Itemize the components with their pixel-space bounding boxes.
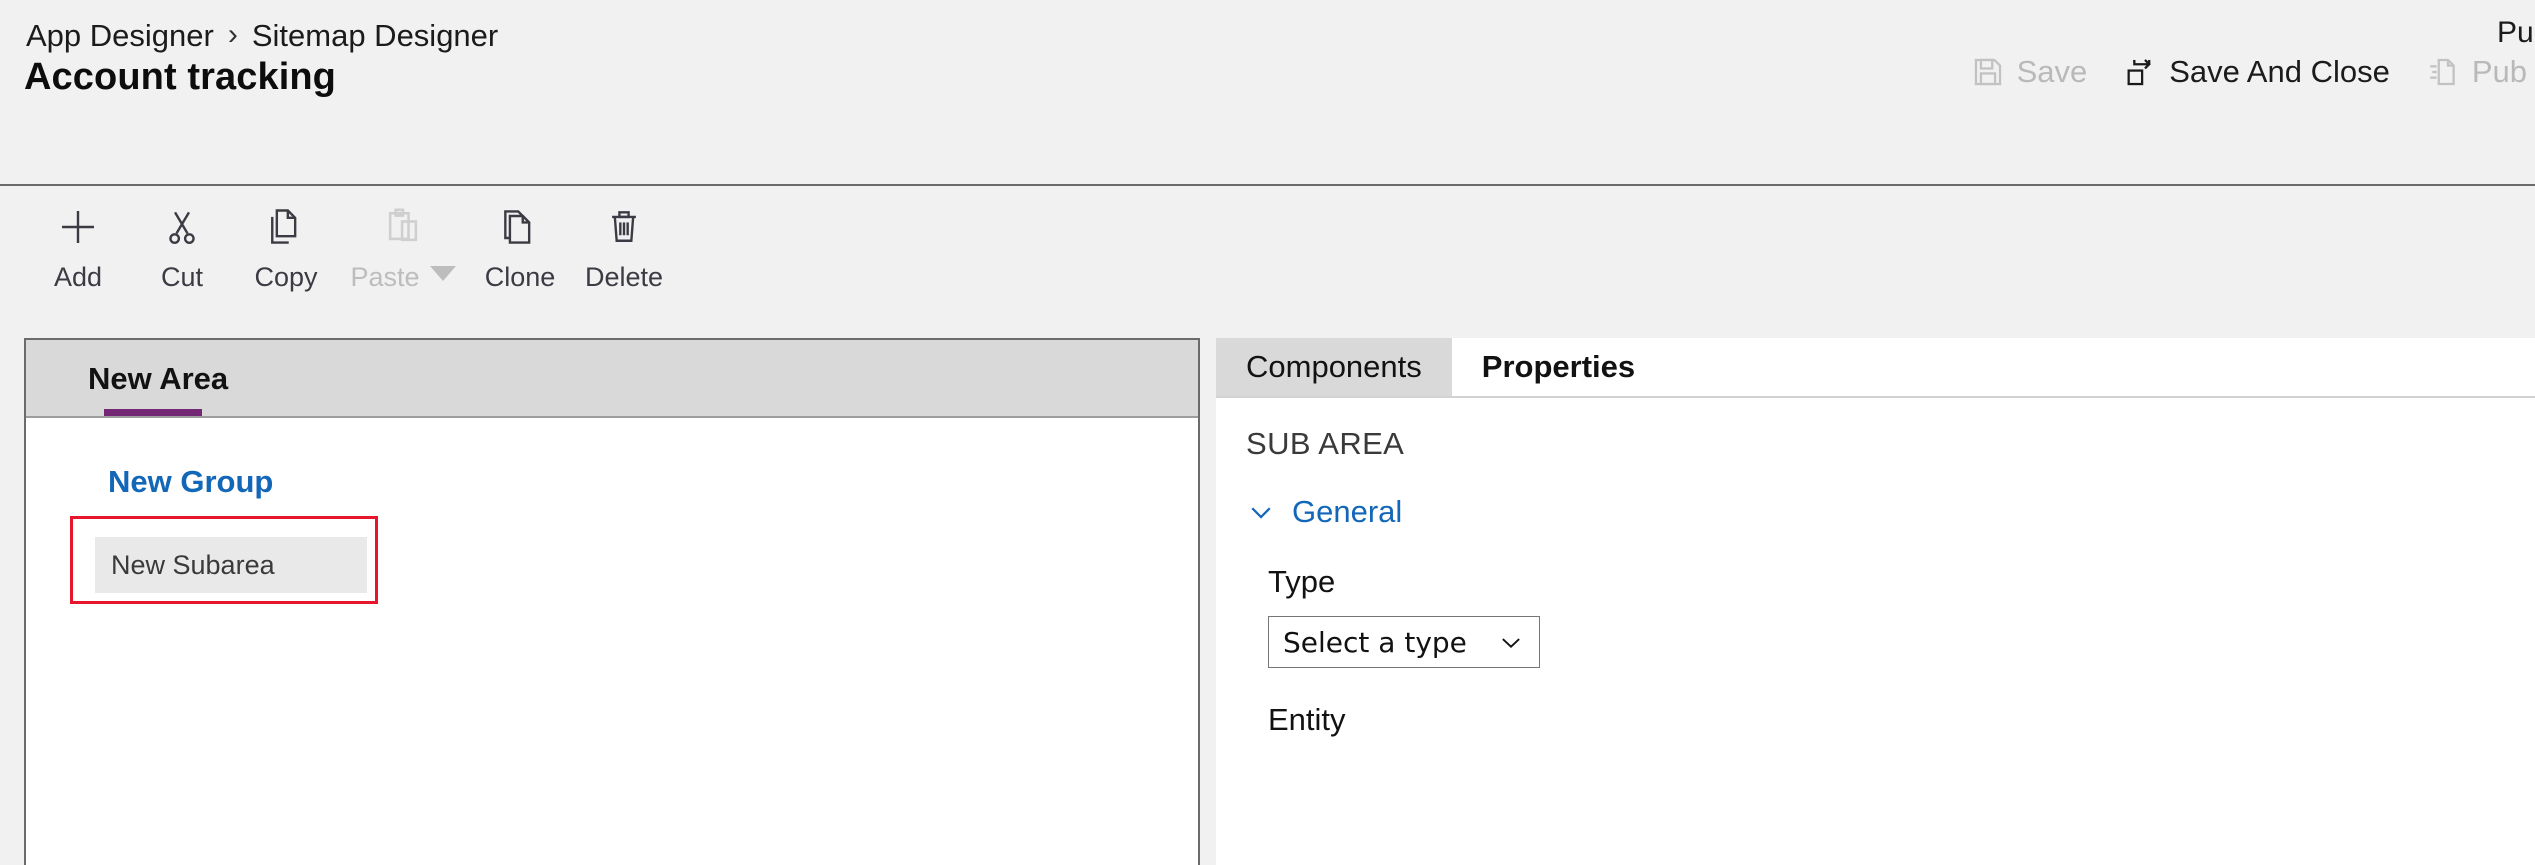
canvas-body: New Group New Subarea	[26, 418, 1198, 865]
subarea-tile-label: New Subarea	[111, 549, 275, 580]
chevron-down-icon[interactable]	[429, 266, 456, 281]
section-general-label: General	[1292, 494, 1403, 529]
save-icon	[1971, 55, 2005, 89]
tab-components[interactable]: Components	[1216, 338, 1452, 396]
command-bar: Save Save And Close Pub	[1953, 48, 2535, 96]
sitemap-designer-window: App Designer › Sitemap Designer Account …	[0, 0, 2535, 865]
clone-button-label: Clone	[484, 262, 556, 292]
copy-button-label: Copy	[254, 262, 318, 292]
save-and-close-button-label: Save And Close	[2169, 54, 2390, 89]
delete-button[interactable]: Delete	[572, 188, 676, 293]
cut-button[interactable]: Cut	[130, 188, 234, 293]
page-title: Account tracking	[24, 56, 336, 98]
editor-toolbar: Add Cut Copy Paste Clone Delete	[0, 188, 2535, 318]
sitemap-canvas: New Area New Group New Subarea	[24, 338, 1200, 865]
area-tab-label: New Area	[88, 361, 229, 396]
breadcrumb-item-app-designer[interactable]: App Designer	[26, 18, 214, 54]
panel-body: SUB AREA General Type Select a type Enti…	[1216, 398, 2535, 738]
subarea-selection-outline: New Subarea	[70, 516, 378, 604]
canvas-area-tabstrip: New Area	[26, 340, 1198, 418]
add-button-label: Add	[53, 262, 103, 292]
paste-button[interactable]: Paste	[338, 188, 468, 293]
save-and-close-icon	[2123, 55, 2157, 89]
publish-icon	[2426, 55, 2460, 89]
publish-status-text: Publ	[2496, 16, 2535, 49]
properties-panel: Components Properties SUB AREA General T…	[1216, 338, 2535, 865]
scissors-icon	[160, 200, 204, 254]
save-and-close-button[interactable]: Save And Close	[2105, 48, 2408, 96]
publish-button[interactable]: Pub	[2408, 48, 2535, 96]
clone-icon	[498, 200, 542, 254]
save-button[interactable]: Save	[1953, 48, 2106, 96]
trash-icon	[602, 200, 646, 254]
type-dropdown-value: Select a type	[1283, 625, 1467, 659]
panel-tabstrip: Components Properties	[1216, 338, 2535, 398]
area-tab-new-area[interactable]: New Area	[82, 340, 234, 418]
delete-button-label: Delete	[584, 262, 664, 292]
publish-button-label: Pub	[2471, 54, 2527, 89]
field-label-entity: Entity	[1268, 702, 1346, 737]
add-button[interactable]: Add	[26, 188, 130, 293]
subarea-tile-new-subarea[interactable]: New Subarea	[95, 537, 367, 593]
field-label-type: Type	[1268, 564, 1336, 599]
panel-heading-sub-area: SUB AREA	[1246, 426, 1405, 461]
group-title-new-group[interactable]: New Group	[108, 464, 1198, 500]
breadcrumb: App Designer › Sitemap Designer	[26, 18, 498, 54]
copy-icon	[264, 200, 308, 254]
chevron-down-icon[interactable]	[1497, 628, 1525, 656]
type-dropdown[interactable]: Select a type	[1268, 616, 1540, 668]
paste-button-label: Paste	[350, 262, 420, 292]
clone-button[interactable]: Clone	[468, 188, 572, 293]
tab-properties-label: Properties	[1481, 349, 1636, 384]
area-tab-active-indicator	[104, 409, 202, 416]
cut-button-label: Cut	[160, 262, 204, 292]
tab-properties[interactable]: Properties	[1451, 338, 1666, 396]
tab-components-label: Components	[1246, 349, 1422, 384]
copy-button[interactable]: Copy	[234, 188, 338, 293]
clipboard-icon	[381, 200, 425, 254]
section-general[interactable]: General	[1216, 494, 2535, 530]
breadcrumb-separator-icon: ›	[227, 18, 238, 51]
save-button-label: Save	[2016, 54, 2088, 89]
chevron-down-icon[interactable]	[1246, 497, 1276, 527]
plus-icon	[54, 200, 102, 254]
breadcrumb-item-sitemap-designer[interactable]: Sitemap Designer	[252, 18, 498, 54]
page-header: App Designer › Sitemap Designer Account …	[0, 0, 2535, 186]
